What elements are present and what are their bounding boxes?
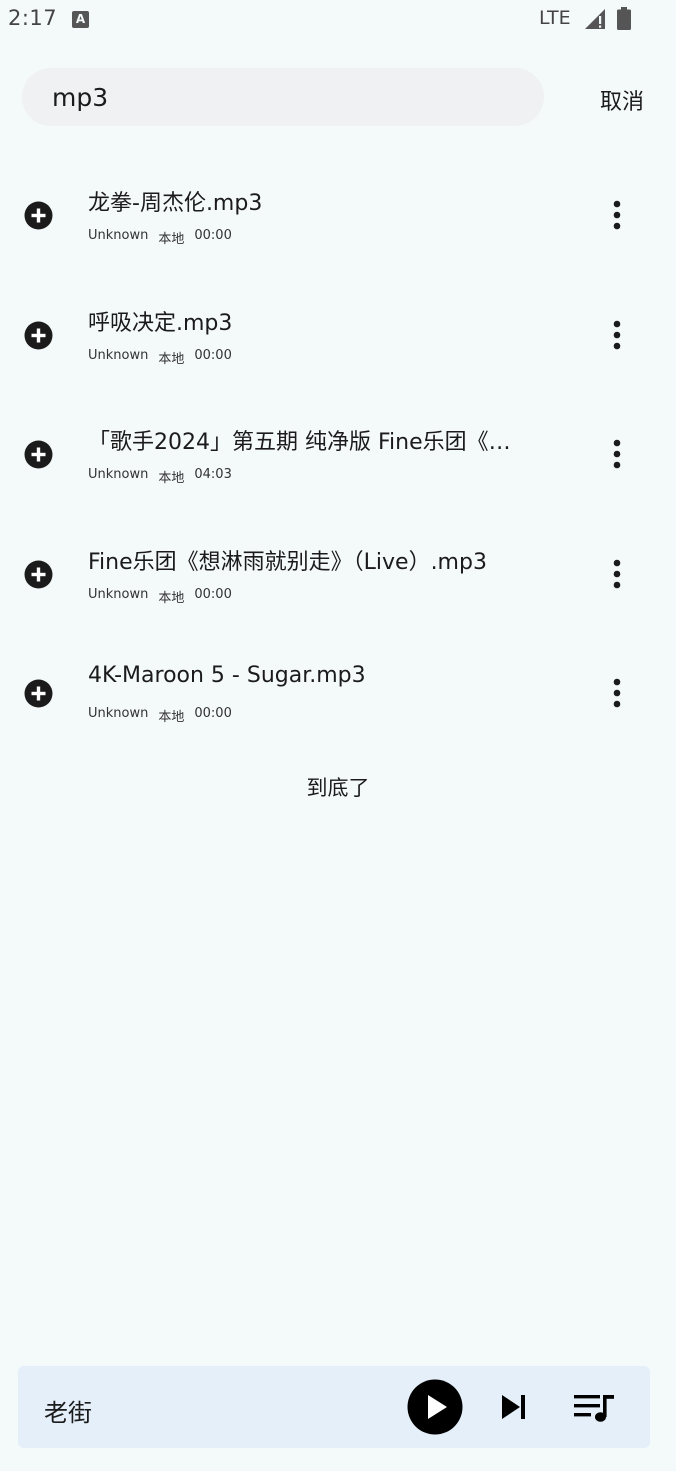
song-list: 龙拳-周杰伦.mp3 Unknown 本地 00:00 呼吸决定.mp3 Unk… xyxy=(0,155,676,753)
song-source: 本地 xyxy=(158,590,185,606)
song-row[interactable]: 龙拳-周杰伦.mp3 Unknown 本地 00:00 xyxy=(0,155,676,275)
song-source: 本地 xyxy=(158,351,185,367)
add-icon[interactable] xyxy=(24,201,53,230)
song-artist: Unknown xyxy=(88,706,149,721)
add-icon[interactable] xyxy=(24,321,53,350)
now-playing-title: 老街 xyxy=(44,1399,92,1427)
song-meta: Unknown 本地 00:00 xyxy=(88,348,232,367)
status-time: 2:17 xyxy=(8,6,58,30)
song-source: 本地 xyxy=(158,710,185,725)
song-duration: 00:00 xyxy=(194,228,232,243)
song-duration: 00:00 xyxy=(194,706,232,721)
search-box[interactable] xyxy=(22,68,544,126)
more-vertical-icon[interactable] xyxy=(603,438,631,470)
playlist-icon[interactable] xyxy=(573,1392,615,1424)
mini-player[interactable]: 老街 xyxy=(18,1366,650,1448)
more-vertical-icon[interactable] xyxy=(603,199,631,231)
song-row[interactable]: 「歌手2024」第五期 纯净版 Fine乐团《… Unknown 本地 04:0… xyxy=(0,394,676,514)
signal-icon xyxy=(585,9,605,29)
song-meta: Unknown 本地 00:00 xyxy=(88,228,232,247)
song-source: 本地 xyxy=(158,232,185,247)
song-duration: 00:00 xyxy=(194,586,232,602)
song-row[interactable]: Fine乐团《想淋雨就别走》（Live）.mp3 Unknown 本地 00:0… xyxy=(0,514,676,634)
song-duration: 04:03 xyxy=(194,467,232,482)
song-artist: Unknown xyxy=(88,467,149,482)
song-meta: Unknown 本地 00:00 xyxy=(88,706,232,725)
battery-icon xyxy=(617,7,631,30)
song-title: 龙拳-周杰伦.mp3 xyxy=(88,191,263,216)
list-end-label: 到底了 xyxy=(306,776,370,800)
add-icon[interactable] xyxy=(24,560,53,589)
more-vertical-icon[interactable] xyxy=(603,319,631,351)
song-title: Fine乐团《想淋雨就别走》（Live）.mp3 xyxy=(88,549,487,575)
song-artist: Unknown xyxy=(88,347,149,363)
song-meta: Unknown 本地 04:03 xyxy=(88,467,232,486)
notification-icon: A xyxy=(72,11,89,28)
add-icon[interactable] xyxy=(24,440,53,469)
song-row[interactable]: 呼吸决定.mp3 Unknown 本地 00:00 xyxy=(0,275,676,395)
skip-next-icon[interactable] xyxy=(499,1392,531,1422)
song-source: 本地 xyxy=(158,471,185,486)
song-title: 「歌手2024」第五期 纯净版 Fine乐团《… xyxy=(88,430,511,455)
song-duration: 00:00 xyxy=(194,347,232,363)
play-icon[interactable] xyxy=(407,1379,463,1435)
song-title: 4K-Maroon 5 - Sugar.mp3 xyxy=(88,663,366,688)
song-meta: Unknown 本地 00:00 xyxy=(88,587,232,606)
search-input[interactable] xyxy=(52,82,532,112)
song-row[interactable]: 4K-Maroon 5 - Sugar.mp3 Unknown 本地 00:00 xyxy=(0,633,676,753)
more-vertical-icon[interactable] xyxy=(603,558,631,590)
more-vertical-icon[interactable] xyxy=(603,677,631,709)
add-icon[interactable] xyxy=(24,679,53,708)
song-artist: Unknown xyxy=(88,228,149,243)
status-bar: 2:17 A LTE xyxy=(0,0,676,40)
song-title: 呼吸决定.mp3 xyxy=(88,310,233,336)
song-artist: Unknown xyxy=(88,586,149,602)
network-type: LTE xyxy=(539,7,571,29)
cancel-button[interactable]: 取消 xyxy=(600,84,644,116)
